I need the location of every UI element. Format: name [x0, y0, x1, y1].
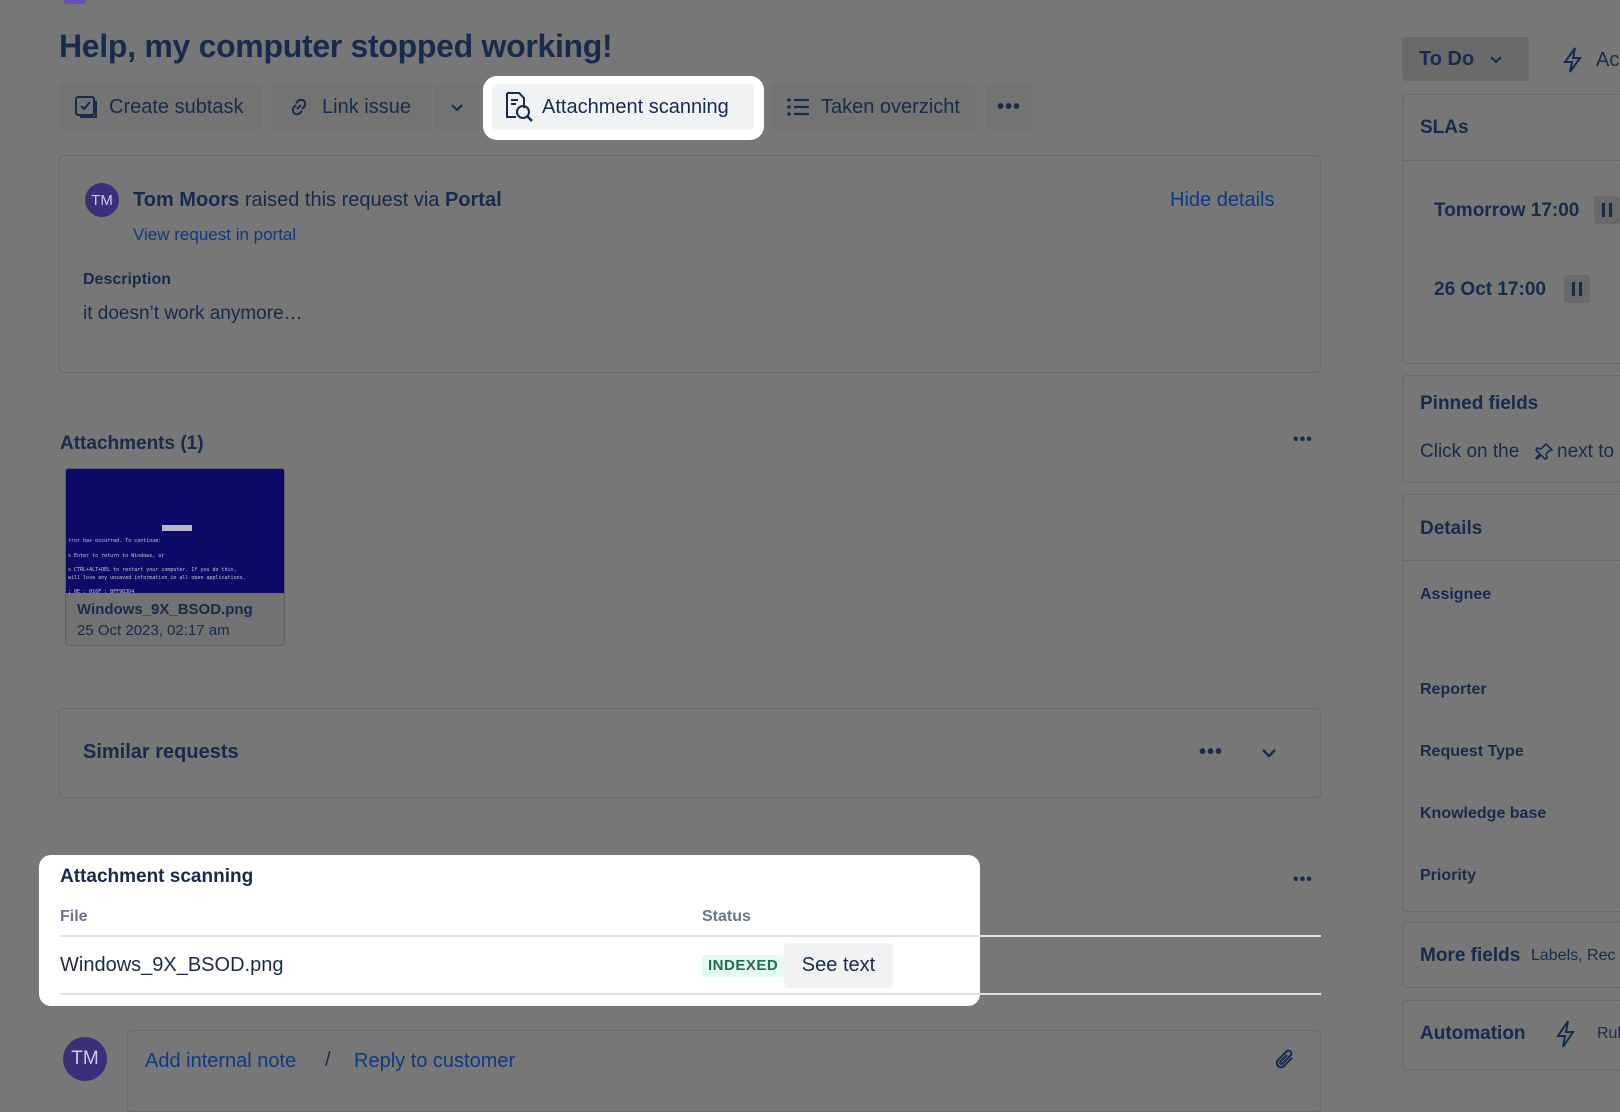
field-label-knowledge-base: Knowledge base — [1420, 805, 1547, 822]
link-issue-dropdown[interactable] — [434, 84, 480, 130]
taken-overzicht-button[interactable]: Taken overzicht — [771, 84, 975, 130]
attachments-title: Attachments (1) — [60, 433, 204, 454]
see-text-button[interactable]: See text — [784, 943, 893, 988]
divider — [60, 935, 980, 937]
hide-details-link[interactable]: Hide details — [1170, 189, 1275, 212]
details-panel — [1402, 494, 1620, 912]
sla-time: 26 Oct 17:00 — [1434, 279, 1546, 300]
pinned-fields-hint-tail: next to — [1557, 441, 1615, 462]
divider — [1402, 560, 1620, 561]
field-label-request-type: Request Type — [1420, 743, 1524, 760]
composer-separator: / — [325, 1049, 331, 1071]
field-label-reporter: Reporter — [1420, 681, 1487, 698]
lightning-icon — [1556, 1020, 1575, 1048]
list-icon — [787, 98, 809, 116]
attachment-date: 25 Oct 2023, 02:17 am — [77, 622, 230, 639]
status-label: To Do — [1419, 47, 1475, 70]
taken-overzicht-label: Taken overzicht — [821, 95, 960, 118]
field-label-assignee: Assignee — [1420, 586, 1492, 603]
similar-requests-title: Similar requests — [83, 741, 239, 763]
reply-to-customer-link[interactable]: Reply to customer — [354, 1050, 515, 1073]
pause-icon — [1594, 196, 1620, 224]
sla-time: Tomorrow 17:00 — [1434, 200, 1580, 221]
scanned-file-name: Windows_9X_BSOD.png — [60, 954, 284, 976]
attachment-filename: Windows_9X_BSOD.png — [77, 601, 253, 618]
column-header-file: File — [60, 908, 88, 925]
pin-icon — [1534, 442, 1554, 461]
composer-avatar: TM — [63, 1037, 107, 1081]
request-details-card — [59, 155, 1321, 373]
project-icon[interactable] — [64, 0, 86, 4]
description-label: Description — [83, 271, 172, 288]
status-dropdown[interactable]: To Do — [1402, 37, 1529, 81]
status-badge: INDEXED — [702, 955, 785, 977]
panel-more-icon[interactable]: ••• — [1293, 872, 1313, 888]
pause-icon — [1564, 275, 1590, 303]
more-fields-subtitle: Labels, Rec — [1531, 947, 1616, 964]
attachment-preview-image: rror has occurred. To continue: s Enter … — [66, 469, 284, 595]
slas-title: SLAs — [1420, 117, 1469, 138]
chevron-down-icon — [1490, 56, 1502, 64]
pinned-fields-hint: Click on the — [1420, 441, 1520, 462]
similar-requests-panel — [59, 708, 1321, 798]
add-internal-note-link[interactable]: Add internal note — [145, 1050, 296, 1073]
subtask-icon — [75, 96, 97, 118]
pinned-fields-panel — [1402, 375, 1620, 483]
paperclip-icon[interactable] — [1272, 1046, 1300, 1074]
link-issue-label: Link issue — [322, 95, 411, 118]
chevron-down-icon[interactable] — [1260, 744, 1278, 762]
attachment-scanning-label: Attachment scanning — [542, 95, 729, 118]
attachment-thumbnail[interactable]: rror has occurred. To continue: s Enter … — [65, 468, 285, 646]
channel-name: Portal — [444, 189, 502, 211]
automation-title: Automation — [1420, 1023, 1526, 1044]
attachment-scanning-button[interactable]: Attachment scanning — [492, 84, 754, 130]
raised-text: raised this request via — [239, 189, 445, 211]
attachment-scanning-title: Attachment scanning — [60, 866, 254, 887]
attachments-more-icon[interactable]: ••• — [1293, 432, 1313, 448]
view-request-in-portal-link[interactable]: View request in portal — [133, 225, 296, 245]
lightning-icon[interactable] — [1561, 46, 1585, 74]
more-actions-button[interactable]: ••• — [986, 84, 1032, 130]
details-title: Details — [1420, 518, 1483, 539]
automation-rules-label: Rul — [1597, 1025, 1620, 1042]
actions-button-label[interactable]: Ac — [1596, 49, 1619, 72]
chevron-down-icon — [451, 104, 463, 112]
more-fields-title: More fields — [1420, 945, 1521, 966]
column-header-status: Status — [702, 908, 751, 925]
similar-requests-more-icon[interactable]: ••• — [1199, 742, 1223, 762]
divider — [1402, 160, 1620, 161]
more-icon: ••• — [996, 96, 1021, 118]
create-subtask-button[interactable]: Create subtask — [59, 84, 262, 130]
link-issue-button[interactable]: Link issue — [272, 84, 432, 130]
description-text[interactable]: it doesn’t work anymore… — [83, 303, 303, 325]
pinned-fields-title: Pinned fields — [1420, 393, 1539, 414]
page-title: Help, my computer stopped working! — [59, 28, 613, 64]
raised-by-line: Tom Moors raised this request via Portal — [133, 189, 502, 212]
field-label-priority: Priority — [1420, 867, 1477, 884]
document-search-icon — [506, 92, 533, 122]
create-subtask-label: Create subtask — [109, 95, 244, 118]
divider — [60, 993, 980, 995]
link-icon — [291, 98, 307, 116]
reporter-name[interactable]: Tom Moors — [133, 189, 239, 211]
avatar[interactable]: TM — [85, 183, 119, 217]
comment-composer[interactable] — [127, 1030, 1321, 1112]
